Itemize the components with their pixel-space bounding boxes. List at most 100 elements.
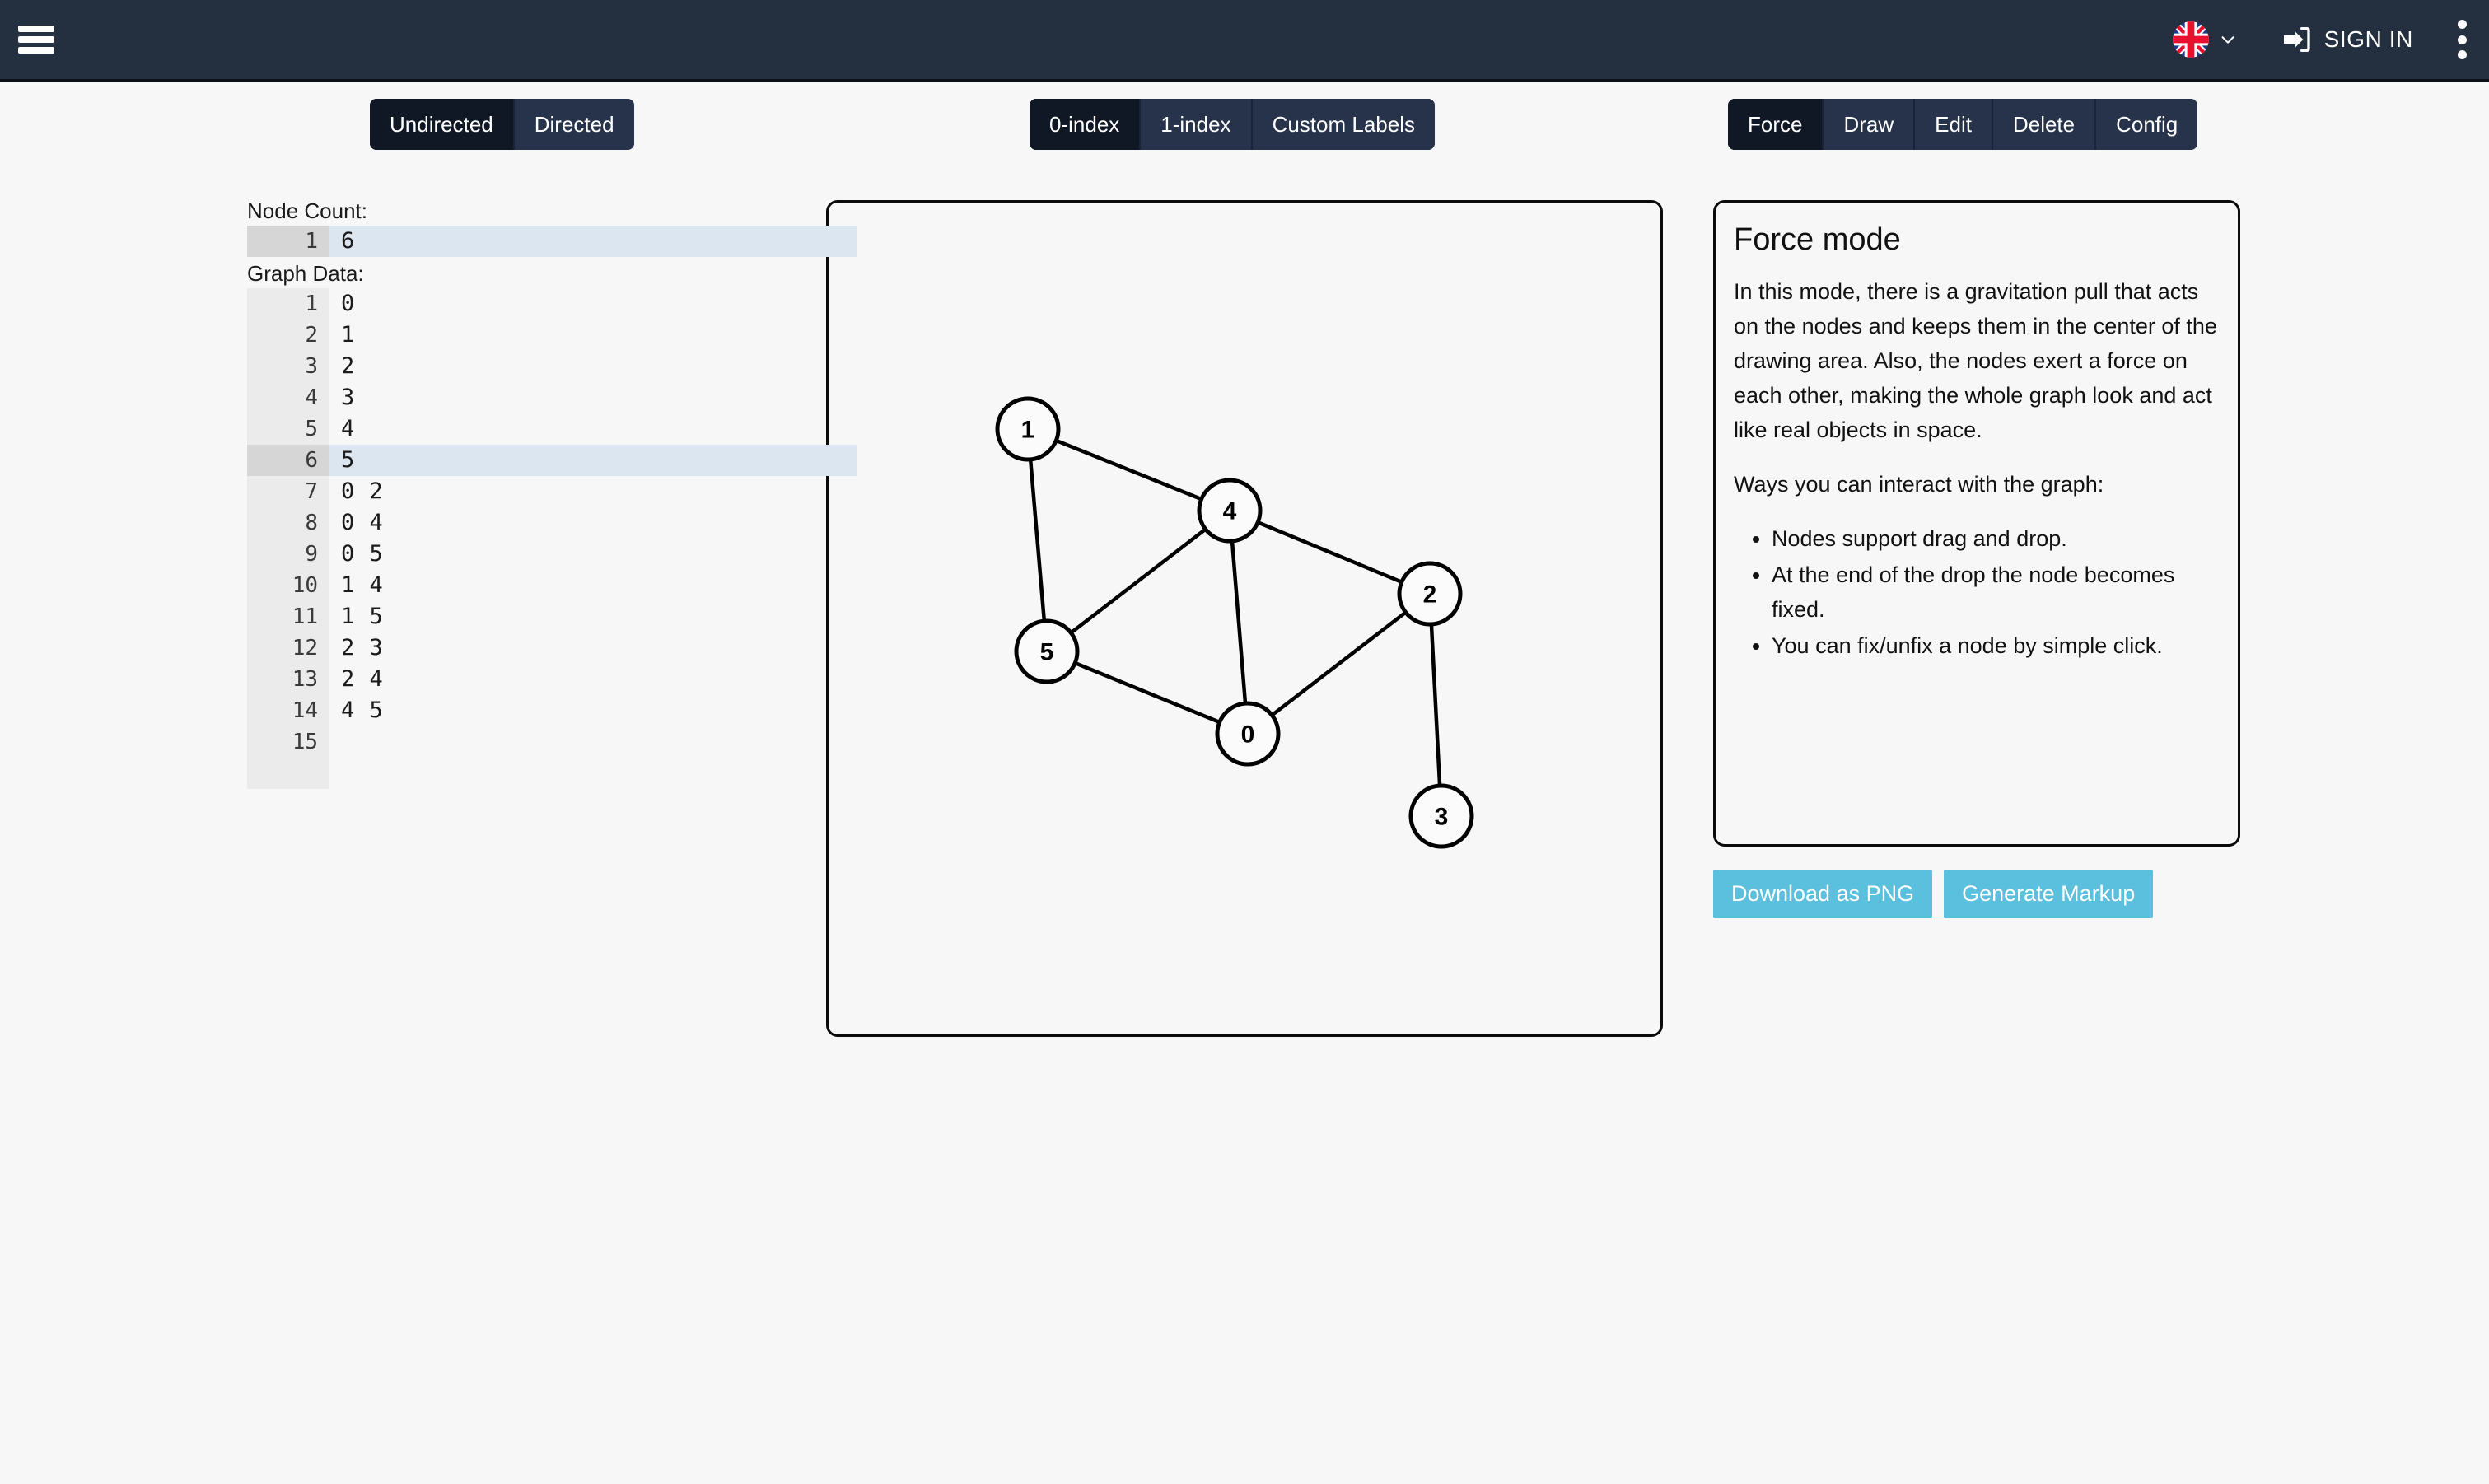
code-line[interactable]: 16 — [247, 226, 857, 257]
graph-edge[interactable] — [1246, 592, 1431, 735]
graph-edge[interactable] — [1025, 428, 1049, 652]
mode-info-bullet: At the end of the drop the node becomes … — [1772, 558, 2220, 627]
line-number: 15 — [292, 730, 318, 754]
line-number: 1 — [305, 229, 318, 254]
toolbar-row: Undirected Directed 0-index 1-index Cust… — [0, 99, 2489, 150]
language-selector[interactable] — [2164, 18, 2245, 61]
graph-node[interactable]: 3 — [1408, 783, 1474, 849]
line-text: 1 — [341, 322, 356, 348]
mode-option-delete[interactable]: Delete — [1992, 99, 2097, 150]
hamburger-bar — [18, 26, 54, 32]
download-png-button[interactable]: Download as PNG — [1713, 870, 1933, 918]
indexing-option-0-index[interactable]: 0-index — [1030, 99, 1142, 150]
graph-node[interactable]: 2 — [1397, 561, 1463, 627]
active-line-highlight — [329, 226, 857, 257]
graph-node-label: 5 — [1040, 639, 1054, 666]
graph-edge[interactable] — [1045, 509, 1231, 653]
graph-data-input[interactable]: 10213243546570 280 490 5 10 1 4 11 1 5 12 2 31… — [247, 288, 857, 789]
mode-option-force[interactable]: Force — [1728, 99, 1824, 150]
line-text: 4 — [341, 416, 356, 441]
direction-option-directed[interactable]: Directed — [514, 99, 634, 150]
top-header-bar: SIGN IN — [0, 0, 2489, 82]
graph-data-label: Graph Data: — [247, 261, 364, 286]
line-number: 5 — [305, 417, 318, 441]
sign-in-button[interactable]: SIGN IN — [2280, 23, 2413, 56]
code-line[interactable]: 15 — [247, 726, 824, 758]
code-line[interactable]: 32 — [247, 351, 824, 382]
kebab-dot — [2457, 50, 2467, 59]
uk-flag-icon — [2172, 21, 2209, 58]
graph-svg: 0 1 2 3 4 5 — [995, 396, 1474, 849]
mode-option-edit[interactable]: Edit — [1915, 99, 1993, 150]
hamburger-bar — [18, 47, 54, 54]
code-line[interactable]: 14 4 5 — [247, 695, 824, 726]
graph-node-label: 1 — [1021, 417, 1035, 444]
node-count-input[interactable]: 16 — [247, 226, 857, 257]
code-line[interactable]: 12 2 3 — [247, 632, 824, 664]
line-text: 1 5 — [341, 604, 384, 629]
code-line[interactable]: 13 2 4 — [247, 664, 824, 695]
graph-node[interactable]: 0 — [1215, 701, 1281, 767]
mode-info-bullet: Nodes support drag and drop. — [1772, 521, 2220, 556]
line-number: 2 — [305, 323, 318, 348]
code-line[interactable]: 11 1 5 — [247, 601, 824, 632]
graph-node[interactable]: 1 — [995, 396, 1061, 462]
indexing-toggle-group: 0-index 1-index Custom Labels — [1030, 99, 1435, 150]
line-number: 11 — [292, 604, 318, 629]
line-text: 0 5 — [341, 541, 384, 567]
graph-node-label: 2 — [1423, 581, 1437, 609]
graph-drawing-area[interactable]: 0 1 2 3 4 5 — [826, 200, 1663, 1037]
line-text: 0 2 — [341, 478, 384, 504]
graph-edge[interactable] — [1046, 649, 1249, 736]
line-number: 9 — [305, 542, 318, 567]
mode-info-title: Force mode — [1734, 222, 1901, 257]
line-text: 0 4 — [341, 510, 384, 535]
line-text: 2 3 — [341, 635, 384, 660]
hamburger-menu-icon[interactable] — [18, 26, 54, 54]
direction-toggle-group: Undirected Directed — [370, 99, 634, 150]
line-text: 2 4 — [341, 666, 384, 692]
direction-option-undirected[interactable]: Undirected — [370, 99, 515, 150]
line-number: 4 — [305, 385, 318, 410]
code-line[interactable]: 8 0 4 — [247, 507, 824, 539]
line-text: 2 — [341, 353, 356, 379]
code-line[interactable]: 9 0 5 — [247, 539, 824, 570]
kebab-dot — [2457, 20, 2467, 29]
code-line[interactable]: 21 — [247, 320, 824, 351]
line-number: 8 — [305, 511, 318, 535]
line-number: 6 — [305, 448, 318, 473]
header-actions: SIGN IN — [2164, 18, 2468, 61]
code-line[interactable]: 10 — [247, 288, 824, 320]
graph-edge[interactable] — [1027, 427, 1230, 513]
chevron-down-icon — [2219, 30, 2237, 49]
code-line[interactable]: 54 — [247, 413, 824, 445]
line-text: 3 — [341, 385, 356, 410]
graph-edge[interactable] — [1427, 593, 1444, 817]
active-line-highlight — [329, 445, 857, 476]
graph-data-lines: 10213243546570 280 490 5 10 1 4 11 1 5 12 2 31… — [247, 288, 857, 758]
graph-edge[interactable] — [1227, 510, 1250, 735]
editor-column: Node Count: 16 Graph Data: 1021324354657… — [247, 196, 857, 789]
indexing-option-custom-labels[interactable]: Custom Labels — [1252, 99, 1435, 150]
sign-in-icon — [2280, 23, 2313, 56]
line-text: 0 — [341, 291, 356, 316]
node-count-label: Node Count: — [247, 198, 367, 223]
line-text: 4 5 — [341, 698, 384, 723]
line-number: 13 — [292, 667, 318, 692]
mode-info-panel: Force mode In this mode, there is a grav… — [1713, 200, 2240, 847]
graph-node[interactable]: 5 — [1014, 618, 1080, 684]
code-line[interactable]: 10 1 4 — [247, 570, 824, 601]
generate-markup-button[interactable]: Generate Markup — [1944, 870, 2154, 918]
code-line[interactable]: 65 — [247, 445, 857, 476]
kebab-menu-icon[interactable] — [2456, 20, 2468, 59]
indexing-option-1-index[interactable]: 1-index — [1141, 99, 1253, 150]
code-line[interactable]: 7 0 2 — [247, 476, 824, 507]
graph-node[interactable]: 4 — [1197, 478, 1263, 544]
mode-option-draw[interactable]: Draw — [1824, 99, 1916, 150]
mode-info-paragraph: In this mode, there is a gravitation pul… — [1734, 279, 2217, 442]
graph-nodes: 0 1 2 3 4 5 — [995, 396, 1474, 849]
mode-toggle-group: Force Draw Edit Delete Config — [1728, 99, 2198, 150]
code-line[interactable]: 43 — [247, 382, 824, 413]
line-number: 12 — [292, 636, 318, 660]
mode-option-config[interactable]: Config — [2096, 99, 2198, 150]
